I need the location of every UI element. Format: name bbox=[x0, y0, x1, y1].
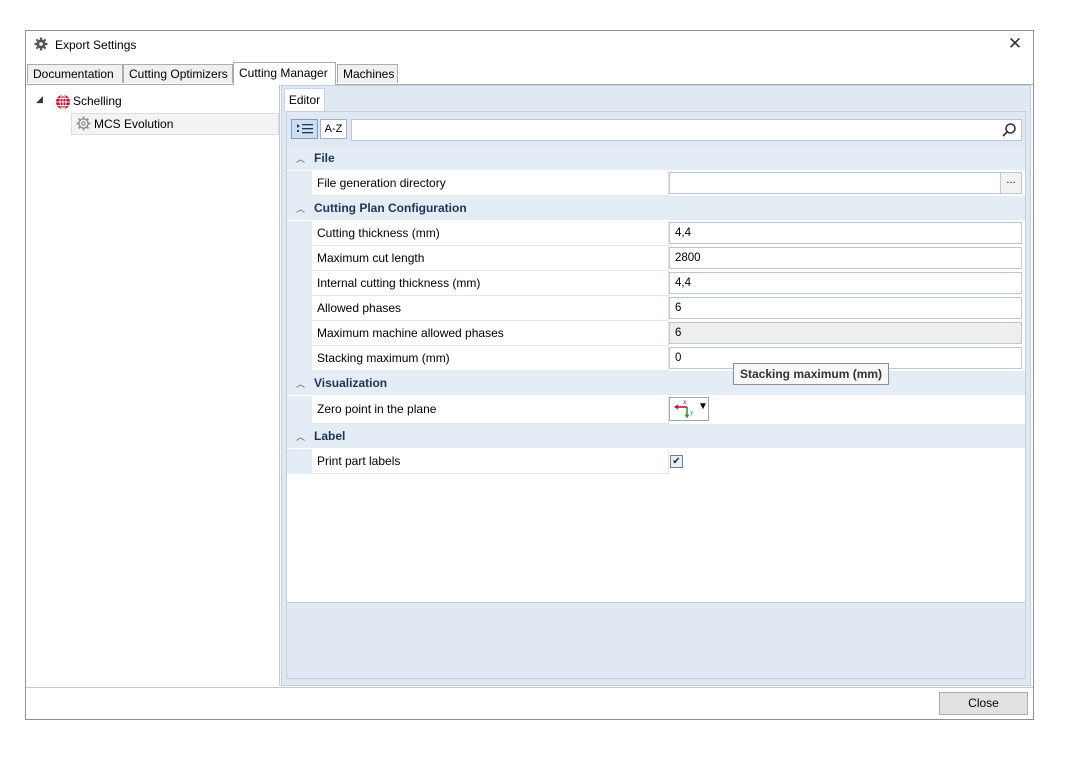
title-bar: Export Settings ✕ bbox=[26, 31, 1033, 60]
tooltip: Stacking maximum (mm) bbox=[733, 363, 890, 385]
machine-allowed-phases-value: 6 bbox=[669, 322, 1022, 344]
property-row: File generation directory ... bbox=[287, 171, 1025, 196]
globe-icon bbox=[56, 94, 70, 110]
export-settings-window: Export Settings ✕ Documentation Cutting … bbox=[25, 30, 1034, 720]
editor-area: Editor A-Z ︿ File File generation direct… bbox=[281, 85, 1031, 686]
internal-cutting-thickness-input[interactable]: 4,4 bbox=[669, 272, 1022, 294]
property-row: Maximum cut length 2800 bbox=[287, 246, 1025, 271]
property-name: Allowed phases bbox=[312, 296, 669, 321]
property-row: Print part labels ✔ bbox=[287, 449, 1025, 474]
maximum-cut-length-input[interactable]: 2800 bbox=[669, 247, 1022, 269]
property-row: Stacking maximum (mm) 0 bbox=[287, 346, 1025, 371]
property-name: File generation directory bbox=[312, 171, 669, 196]
property-search-input[interactable] bbox=[351, 119, 1022, 141]
tab-machines[interactable]: Machines bbox=[337, 64, 398, 83]
collapse-chevron-icon[interactable]: ︿ bbox=[296, 202, 305, 215]
category-label: Label bbox=[314, 429, 346, 443]
category-label-section[interactable]: ︿ Label bbox=[287, 424, 1025, 449]
alphabetical-view-button[interactable]: A-Z bbox=[320, 119, 347, 139]
tab-cutting-optimizers[interactable]: Cutting Optimizers bbox=[123, 64, 233, 83]
tree-item-label: MCS Evolution bbox=[94, 117, 174, 131]
footer-divider bbox=[26, 687, 1033, 688]
property-name: Cutting thickness (mm) bbox=[312, 221, 669, 246]
property-grid-toolbar: A-Z bbox=[287, 112, 1025, 146]
category-file[interactable]: ︿ File bbox=[287, 146, 1025, 171]
print-part-labels-checkbox[interactable]: ✔ bbox=[670, 455, 683, 468]
tree-item-mcs-evolution[interactable]: MCS Evolution bbox=[71, 113, 279, 135]
categorized-view-button[interactable] bbox=[291, 119, 318, 139]
property-name: Zero point in the plane bbox=[312, 396, 669, 424]
property-name: Maximum cut length bbox=[312, 246, 669, 271]
dropdown-arrow-icon: ▼ bbox=[698, 401, 708, 412]
property-grid: ︿ File File generation directory ... ︿ C… bbox=[287, 146, 1025, 474]
category-cutting-plan-configuration[interactable]: ︿ Cutting Plan Configuration bbox=[287, 196, 1025, 221]
gear-icon bbox=[76, 116, 91, 131]
svg-text:y: y bbox=[690, 409, 694, 416]
tab-editor[interactable]: Editor bbox=[284, 88, 325, 111]
close-button[interactable]: Close bbox=[939, 692, 1028, 715]
property-name: Print part labels bbox=[312, 449, 669, 474]
window-title: Export Settings bbox=[55, 38, 137, 52]
allowed-phases-input[interactable]: 6 bbox=[669, 297, 1022, 319]
browse-button[interactable]: ... bbox=[1000, 173, 1021, 193]
property-name: Stacking maximum (mm) bbox=[312, 346, 669, 371]
tree-item-schelling[interactable]: Schelling bbox=[73, 91, 122, 111]
cutting-thickness-input[interactable]: 4,4 bbox=[669, 222, 1022, 244]
property-row: Maximum machine allowed phases 6 bbox=[287, 321, 1025, 346]
svg-text:x: x bbox=[683, 399, 687, 406]
categorized-list-icon bbox=[297, 124, 313, 134]
expand-arrow-icon[interactable]: ◢ bbox=[36, 94, 43, 105]
category-label: Cutting Plan Configuration bbox=[314, 201, 467, 215]
main-tabstrip: Documentation Cutting Optimizers Cutting… bbox=[26, 62, 1033, 85]
property-row: Zero point in the plane x y ▼ bbox=[287, 396, 1025, 424]
gear-icon bbox=[34, 37, 48, 51]
property-row: Allowed phases 6 bbox=[287, 296, 1025, 321]
property-name: Internal cutting thickness (mm) bbox=[312, 271, 669, 296]
property-row: Cutting thickness (mm) 4,4 bbox=[287, 221, 1025, 246]
category-label: Visualization bbox=[314, 376, 388, 390]
property-grid-panel: A-Z ︿ File File generation directory ...… bbox=[286, 111, 1026, 679]
category-visualization[interactable]: ︿ Visualization bbox=[287, 371, 1025, 396]
description-panel bbox=[287, 602, 1025, 678]
search-icon[interactable] bbox=[1001, 122, 1017, 138]
zero-point-dropdown[interactable]: x y ▼ bbox=[669, 397, 709, 421]
property-name: Maximum machine allowed phases bbox=[312, 321, 669, 346]
axis-origin-icon: x y bbox=[674, 399, 694, 419]
file-directory-input[interactable]: ... bbox=[669, 172, 1022, 194]
property-row: Internal cutting thickness (mm) 4,4 bbox=[287, 271, 1025, 296]
category-label: File bbox=[314, 151, 335, 165]
collapse-chevron-icon[interactable]: ︿ bbox=[296, 430, 305, 443]
tab-documentation[interactable]: Documentation bbox=[27, 64, 123, 83]
collapse-chevron-icon[interactable]: ︿ bbox=[296, 377, 305, 390]
machine-tree: ◢ Schelling MCS Evolution bbox=[26, 85, 280, 686]
window-close-icon[interactable]: ✕ bbox=[1005, 34, 1025, 54]
tab-cutting-manager[interactable]: Cutting Manager bbox=[233, 62, 336, 85]
collapse-chevron-icon[interactable]: ︿ bbox=[296, 152, 305, 165]
